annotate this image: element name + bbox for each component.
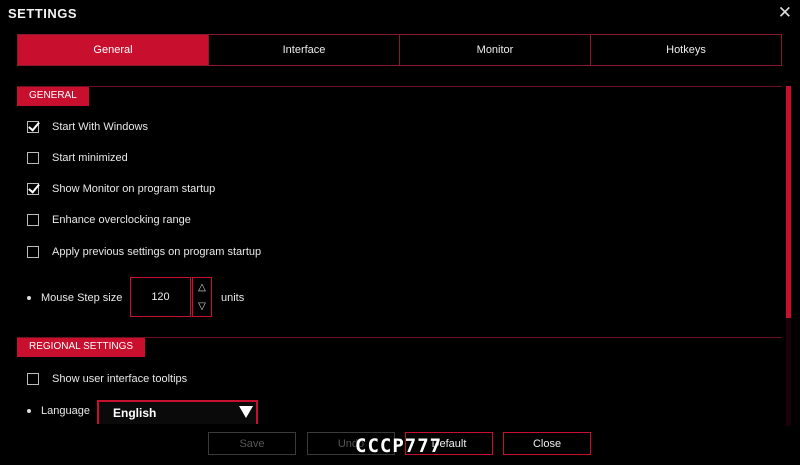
tooltips-option[interactable]: Show user interface tooltips xyxy=(27,373,187,385)
window-title: SETTINGS xyxy=(8,6,78,21)
regional-section-divider xyxy=(17,337,782,338)
close-button[interactable]: Close xyxy=(503,432,591,455)
save-button[interactable]: Save xyxy=(208,432,296,455)
mouse-step-row: Mouse Step size xyxy=(27,292,122,304)
language-label: Language xyxy=(41,405,90,417)
apply-previous-settings-option[interactable]: Apply previous settings on program start… xyxy=(27,246,261,258)
show-monitor-label: Show Monitor on program startup xyxy=(52,183,216,195)
enhance-overclocking-option[interactable]: Enhance overclocking range xyxy=(27,214,191,226)
tab-general[interactable]: General xyxy=(18,35,209,65)
language-value: English xyxy=(113,406,157,420)
start-minimized-label: Start minimized xyxy=(52,152,128,164)
show-monitor-option[interactable]: Show Monitor on program startup xyxy=(27,183,215,195)
enhance-overclocking-checkbox[interactable] xyxy=(27,214,39,226)
language-select[interactable]: English xyxy=(97,400,258,424)
tab-bar: General Interface Monitor Hotkeys xyxy=(17,34,782,66)
tab-interface[interactable]: Interface xyxy=(209,35,400,65)
enhance-overclocking-label: Enhance overclocking range xyxy=(52,214,191,226)
tooltips-checkbox[interactable] xyxy=(27,373,39,385)
start-minimized-option[interactable]: Start minimized xyxy=(27,152,128,164)
apply-previous-settings-label: Apply previous settings on program start… xyxy=(52,246,262,258)
tab-monitor[interactable]: Monitor xyxy=(400,35,591,65)
start-with-windows-option[interactable]: Start With Windows xyxy=(27,121,148,133)
bullet-icon xyxy=(27,409,31,413)
language-row: Language xyxy=(27,405,90,417)
regional-section-header: REGIONAL SETTINGS xyxy=(17,337,146,357)
tab-hotkeys[interactable]: Hotkeys xyxy=(591,35,781,65)
start-with-windows-label: Start With Windows xyxy=(52,121,148,133)
start-with-windows-checkbox[interactable] xyxy=(27,121,39,133)
step-down-icon[interactable]: ▽ xyxy=(198,301,206,312)
show-monitor-checkbox[interactable] xyxy=(27,183,39,195)
general-section-divider xyxy=(17,86,782,87)
tooltips-label: Show user interface tooltips xyxy=(52,373,188,385)
bullet-icon xyxy=(27,296,31,300)
step-up-icon[interactable]: △ xyxy=(198,282,206,293)
mouse-step-stepper: △ ▽ xyxy=(192,277,212,317)
close-icon[interactable]: ✕ xyxy=(778,3,792,23)
apply-previous-settings-checkbox[interactable] xyxy=(27,246,39,258)
general-section-header: GENERAL xyxy=(17,86,89,106)
dropdown-arrow-icon[interactable] xyxy=(239,406,253,418)
units-label: units xyxy=(221,292,245,304)
start-minimized-checkbox[interactable] xyxy=(27,152,39,164)
settings-scrollbar[interactable] xyxy=(786,86,791,426)
mouse-step-input[interactable]: 120 xyxy=(130,277,191,317)
scrollbar-thumb[interactable] xyxy=(786,86,791,318)
watermark: CCCP777 xyxy=(355,435,443,457)
mouse-step-label: Mouse Step size xyxy=(41,292,123,304)
